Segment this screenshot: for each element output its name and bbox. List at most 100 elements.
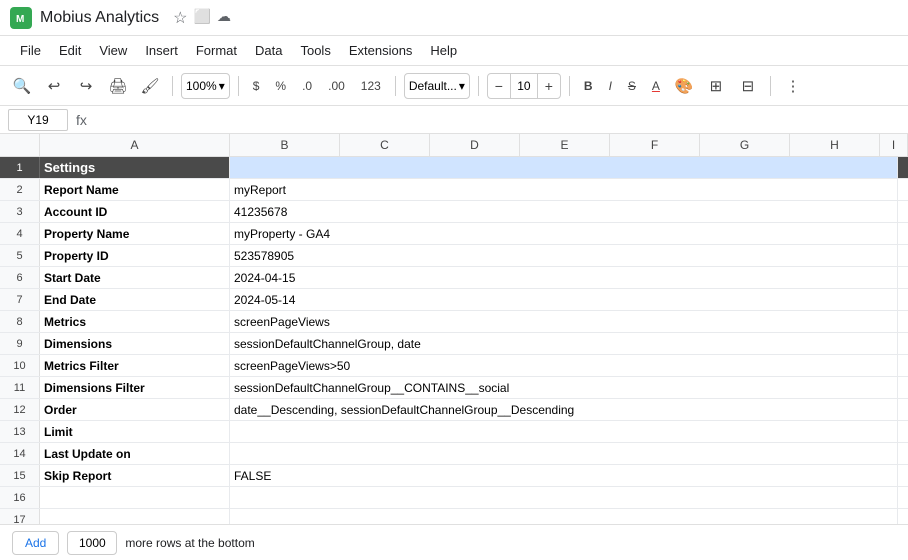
cell-b-14[interactable] [230, 443, 898, 464]
cell-a-12[interactable]: Order [40, 399, 230, 420]
menu-file[interactable]: File [12, 40, 49, 61]
cell-b-3[interactable]: 41235678 [230, 201, 898, 222]
menu-extensions[interactable]: Extensions [341, 40, 421, 61]
cell-a-7[interactable]: End Date [40, 289, 230, 310]
percent-button[interactable]: % [269, 77, 292, 95]
cell-a-2[interactable]: Report Name [40, 179, 230, 200]
cell-b-1[interactable] [230, 157, 898, 178]
format-123-button[interactable]: 123 [355, 77, 387, 95]
cell-b-6[interactable]: 2024-04-15 [230, 267, 898, 288]
print-button[interactable]: 🖨 [104, 72, 132, 100]
cell-b-5[interactable]: 523578905 [230, 245, 898, 266]
cell-b-8[interactable]: screenPageViews [230, 311, 898, 332]
col-header-e[interactable]: E [520, 134, 610, 156]
strikethrough-button[interactable]: S [622, 77, 642, 95]
menu-help[interactable]: Help [422, 40, 465, 61]
rows-count-input[interactable] [67, 531, 117, 555]
font-dropdown[interactable]: Default... ▾ [404, 73, 470, 99]
col-header-c[interactable]: C [340, 134, 430, 156]
col-header-g[interactable]: G [700, 134, 790, 156]
col-header-d[interactable]: D [430, 134, 520, 156]
cell-a-13[interactable]: Limit [40, 421, 230, 442]
cell-b-4[interactable]: myProperty - GA4 [230, 223, 898, 244]
cell-a-6[interactable]: Start Date [40, 267, 230, 288]
search-button[interactable]: 🔍 [8, 72, 36, 100]
cell-a-14[interactable]: Last Update on [40, 443, 230, 464]
table-row[interactable]: 12Orderdate__Descending, sessionDefaultC… [0, 399, 908, 421]
table-row[interactable]: 15Skip ReportFALSE [0, 465, 908, 487]
italic-button[interactable]: I [603, 77, 618, 95]
table-row[interactable]: 9DimensionssessionDefaultChannelGroup, d… [0, 333, 908, 355]
table-body: 1Settings2Report NamemyReport3Account ID… [0, 157, 908, 524]
font-size-increase[interactable]: + [538, 73, 560, 99]
table-row[interactable]: 16 [0, 487, 908, 509]
menu-insert[interactable]: Insert [137, 40, 186, 61]
table-row[interactable]: 6Start Date2024-04-15 [0, 267, 908, 289]
borders-button[interactable]: ⊞ [702, 72, 730, 100]
col-header-h[interactable]: H [790, 134, 880, 156]
cell-b-12[interactable]: date__Descending, sessionDefaultChannelG… [230, 399, 898, 420]
drive-icon[interactable]: ⬜ [194, 8, 211, 28]
col-header-i[interactable]: I [880, 134, 908, 156]
col-header-f[interactable]: F [610, 134, 700, 156]
menu-data[interactable]: Data [247, 40, 290, 61]
cell-a-3[interactable]: Account ID [40, 201, 230, 222]
cell-b-9[interactable]: sessionDefaultChannelGroup, date [230, 333, 898, 354]
cell-b-15[interactable]: FALSE [230, 465, 898, 486]
cell-a-11[interactable]: Dimensions Filter [40, 377, 230, 398]
decimal-decrease-button[interactable]: .0 [296, 77, 318, 95]
cell-a-5[interactable]: Property ID [40, 245, 230, 266]
cell-a-10[interactable]: Metrics Filter [40, 355, 230, 376]
cell-a-9[interactable]: Dimensions [40, 333, 230, 354]
cell-b-2[interactable]: myReport [230, 179, 898, 200]
cell-b-7[interactable]: 2024-05-14 [230, 289, 898, 310]
table-row[interactable]: 17 [0, 509, 908, 524]
cell-b-17[interactable] [230, 509, 898, 524]
table-row[interactable]: 14Last Update on [0, 443, 908, 465]
cell-a-17[interactable] [40, 509, 230, 524]
table-row[interactable]: 10Metrics FilterscreenPageViews>50 [0, 355, 908, 377]
highlight-button[interactable]: 🎨 [670, 72, 698, 100]
cell-b-11[interactable]: sessionDefaultChannelGroup__CONTAINS__so… [230, 377, 898, 398]
menu-tools[interactable]: Tools [292, 40, 338, 61]
menu-format[interactable]: Format [188, 40, 245, 61]
cell-b-16[interactable] [230, 487, 898, 508]
table-row[interactable]: 1Settings [0, 157, 908, 179]
cell-b-13[interactable] [230, 421, 898, 442]
title-icons[interactable]: ☆ ⬜ ☁ [173, 8, 231, 28]
table-row[interactable]: 13Limit [0, 421, 908, 443]
cell-reference[interactable]: Y19 [8, 109, 68, 131]
table-row[interactable]: 3Account ID41235678 [0, 201, 908, 223]
menu-edit[interactable]: Edit [51, 40, 89, 61]
cell-a-16[interactable] [40, 487, 230, 508]
more-options-button[interactable]: ⋮ [779, 72, 807, 100]
cell-b-10[interactable]: screenPageViews>50 [230, 355, 898, 376]
table-row[interactable]: 7End Date2024-05-14 [0, 289, 908, 311]
cell-a-15[interactable]: Skip Report [40, 465, 230, 486]
font-size-control[interactable]: − 10 + [487, 73, 561, 99]
table-row[interactable]: 5Property ID523578905 [0, 245, 908, 267]
table-row[interactable]: 11Dimensions FiltersessionDefaultChannel… [0, 377, 908, 399]
table-row[interactable]: 4Property NamemyProperty - GA4 [0, 223, 908, 245]
zoom-dropdown[interactable]: 100% ▾ [181, 73, 230, 99]
undo-button[interactable]: ↩ [40, 72, 68, 100]
text-color-button[interactable]: A [646, 77, 666, 95]
redo-button[interactable]: ↪ [72, 72, 100, 100]
table-row[interactable]: 2Report NamemyReport [0, 179, 908, 201]
font-size-decrease[interactable]: − [488, 73, 510, 99]
add-rows-button[interactable]: Add [12, 531, 59, 555]
col-header-a[interactable]: A [40, 134, 230, 156]
cloud-icon[interactable]: ☁ [217, 8, 231, 28]
cell-a-8[interactable]: Metrics [40, 311, 230, 332]
col-header-b[interactable]: B [230, 134, 340, 156]
bold-button[interactable]: B [578, 77, 599, 95]
menu-view[interactable]: View [91, 40, 135, 61]
paint-format-button[interactable]: 🖌 [136, 72, 164, 100]
table-row[interactable]: 8MetricsscreenPageViews [0, 311, 908, 333]
currency-button[interactable]: $ [247, 77, 266, 95]
cell-a-1[interactable]: Settings [40, 157, 230, 178]
decimal-increase-button[interactable]: .00 [322, 77, 351, 95]
star-icon[interactable]: ☆ [173, 8, 187, 28]
merge-button[interactable]: ⊟ [734, 72, 762, 100]
cell-a-4[interactable]: Property Name [40, 223, 230, 244]
